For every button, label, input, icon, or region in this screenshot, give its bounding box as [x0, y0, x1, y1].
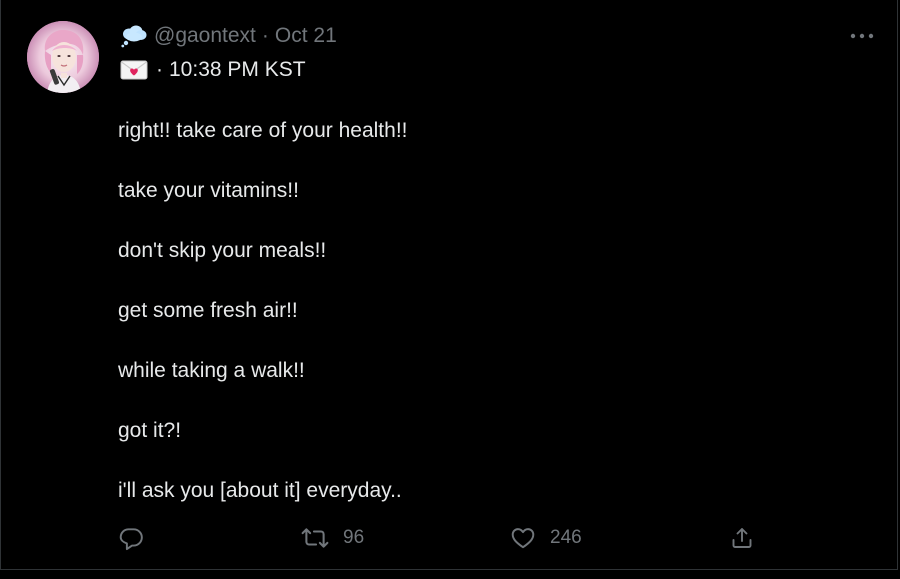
like-button[interactable]: 246 — [510, 520, 582, 556]
header-separator: · — [261, 24, 269, 47]
tweet-line: got it?! — [118, 419, 182, 442]
retweet-button[interactable]: 96 — [301, 520, 364, 556]
reply-icon — [119, 528, 143, 551]
thought-cloud-icon — [120, 24, 148, 48]
tweet-line: get some fresh air!! — [118, 299, 298, 322]
avatar[interactable] — [27, 21, 99, 93]
tweet-subheader: · 10:38 PM KST — [120, 56, 306, 84]
user-handle[interactable]: @gaontext — [154, 24, 256, 48]
reply-button[interactable] — [118, 520, 144, 556]
tweet-line: right!! take care of your health!! — [118, 119, 408, 142]
love-letter-icon — [120, 60, 148, 80]
tweet-line: don't skip your meals!! — [118, 239, 327, 262]
tweet-line: while taking a walk!! — [118, 359, 305, 382]
heart-icon — [511, 528, 535, 549]
like-count: 246 — [550, 527, 582, 548]
retweet-icon — [301, 528, 329, 548]
more-icon — [850, 33, 874, 39]
share-icon — [732, 528, 752, 548]
more-options-button[interactable] — [847, 24, 877, 48]
tweet-card[interactable]: @gaontext · Oct 21 · 10:38 PM KST right!… — [0, 0, 898, 570]
tweet-line: take your vitamins!! — [118, 179, 299, 202]
tweet-date[interactable]: Oct 21 — [275, 24, 337, 48]
retweet-count: 96 — [343, 527, 365, 548]
tweet-line: i'll ask you [about it] everyday.. — [118, 479, 402, 502]
tweet-actions: 96 246 — [118, 520, 778, 556]
tweet-text: right!! take care of your health!! take … — [118, 116, 838, 506]
time-separator: · — [156, 58, 163, 81]
share-button[interactable] — [730, 520, 754, 556]
tweet-time: 10:38 PM KST — [169, 58, 306, 81]
tweet-header: @gaontext · Oct 21 — [120, 22, 337, 50]
